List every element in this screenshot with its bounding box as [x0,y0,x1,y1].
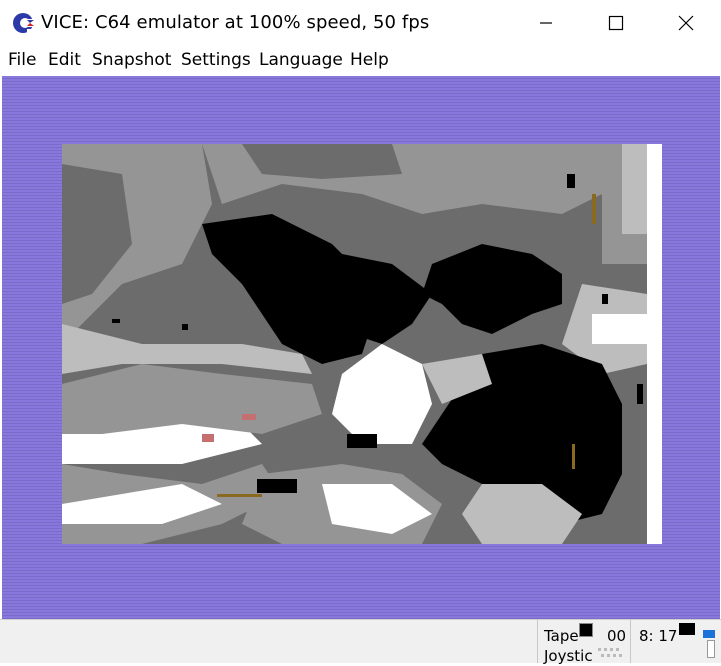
maximize-icon [608,15,624,31]
minimize-icon [540,22,552,24]
menu-edit[interactable]: Edit [48,50,81,70]
screen-picture [62,144,662,544]
status-scroll-handle[interactable] [707,640,715,658]
status-separator [537,620,538,663]
title-bar: VICE: C64 emulator at 100% speed, 50 fps [0,0,721,46]
window-title: VICE: C64 emulator at 100% speed, 50 fps [41,12,430,33]
drive-led-icon [679,623,695,635]
joystick-indicator-icon [594,646,628,662]
maximize-button[interactable] [581,0,651,46]
minimize-button[interactable] [511,0,581,46]
menu-language[interactable]: Language [259,50,343,70]
menu-bar: File Edit Snapshot Settings Language Hel… [0,46,721,76]
close-button[interactable] [651,0,721,46]
menu-snapshot[interactable]: Snapshot [92,50,171,70]
tape-counter: 00 [607,627,627,645]
menu-settings[interactable]: Settings [181,50,251,70]
emulator-screen[interactable] [2,76,720,619]
c64-logo-icon[interactable] [12,11,38,37]
c64-display-image [62,144,662,544]
menu-file[interactable]: File [8,50,36,70]
drive-status: 8: 17 [639,627,678,645]
menu-help[interactable]: Help [350,50,389,70]
joystick-label: Joystic [544,647,593,665]
status-separator [630,620,631,663]
status-bar: Tape 00 8: 17 Joystic [0,619,721,665]
close-icon [678,15,694,31]
resize-grip-icon[interactable] [703,630,715,638]
tape-indicator-icon [579,623,593,637]
tape-label: Tape [544,627,579,645]
